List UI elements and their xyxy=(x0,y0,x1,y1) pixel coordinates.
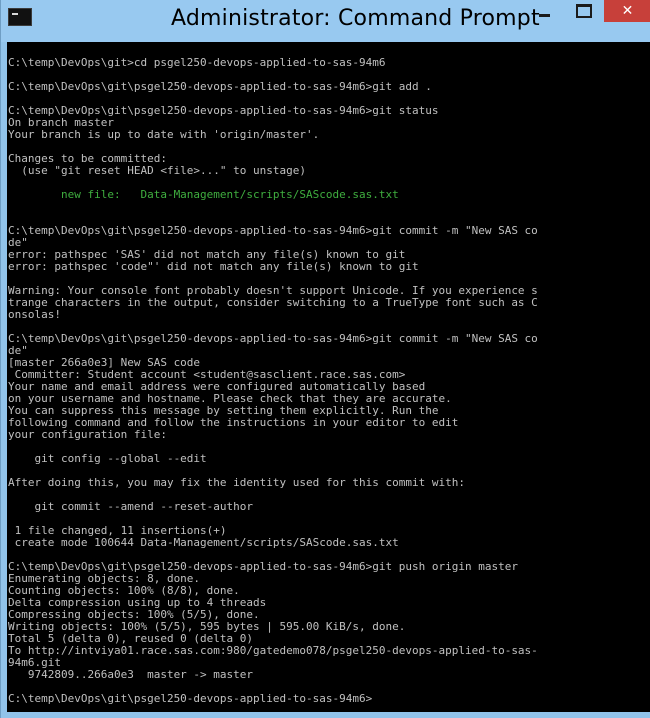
maximize-icon xyxy=(576,4,592,18)
console-line: C:\temp\DevOps\git\psgel250-devops-appli… xyxy=(8,80,432,93)
window-bottom-border xyxy=(7,712,650,718)
console-line: onsolas! xyxy=(8,308,61,321)
console-line: trange characters in the output, conside… xyxy=(8,296,538,309)
console-line: C:\temp\DevOps\git\psgel250-devops-appli… xyxy=(8,692,373,705)
console-line: 9742809..266a0e3 master -> master xyxy=(8,668,254,681)
console-text: C:\temp\DevOps\git>cd psgel250-devops-ap… xyxy=(7,42,650,705)
close-button[interactable]: ✕ xyxy=(604,0,650,22)
minimize-button[interactable] xyxy=(529,0,559,22)
console-line: (use "git reset HEAD <file>..." to unsta… xyxy=(8,164,307,177)
console-line: git config --global --edit xyxy=(8,452,207,465)
console-line: your configuration file: xyxy=(8,428,167,441)
console-line: git commit --amend --reset-author xyxy=(8,500,254,513)
console-line: C:\temp\DevOps\git\psgel250-devops-appli… xyxy=(8,332,538,345)
command-prompt-window: Administrator: Command Prompt ✕ C:\temp\… xyxy=(0,0,650,718)
minimize-icon xyxy=(538,14,550,17)
console-line: new file: Data-Management/scripts/SAScod… xyxy=(8,188,399,201)
console-line: create mode 100644 Data-Management/scrip… xyxy=(8,536,399,549)
console-line: Your branch is up to date with 'origin/m… xyxy=(8,128,320,141)
close-icon: ✕ xyxy=(621,3,634,19)
cmd-icon[interactable] xyxy=(8,8,32,26)
maximize-button[interactable] xyxy=(569,0,599,22)
console-line: C:\temp\DevOps\git>cd psgel250-devops-ap… xyxy=(8,56,386,69)
console-line: To http://intviya01.race.sas.com:980/gat… xyxy=(8,644,538,657)
window-title: Administrator: Command Prompt xyxy=(171,6,540,31)
console-output-area[interactable]: C:\temp\DevOps\git>cd psgel250-devops-ap… xyxy=(7,42,650,712)
console-line: After doing this, you may fix the identi… xyxy=(8,476,465,489)
console-line: error: pathspec 'code"' did not match an… xyxy=(8,260,419,273)
console-line: C:\temp\DevOps\git\psgel250-devops-appli… xyxy=(8,224,538,237)
title-bar[interactable]: Administrator: Command Prompt ✕ xyxy=(1,0,650,42)
